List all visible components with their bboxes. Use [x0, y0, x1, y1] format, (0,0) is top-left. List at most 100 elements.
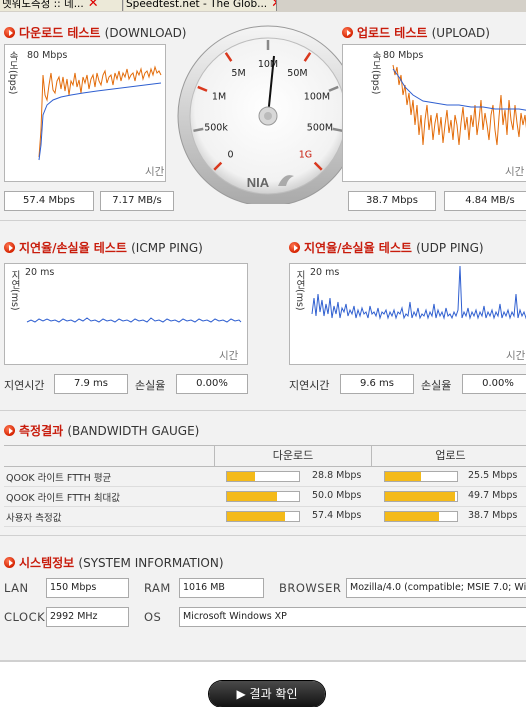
result-confirm-button[interactable]: ▶ 결과 확인: [209, 681, 325, 707]
lan-value: 150 Mbps: [46, 578, 129, 598]
download-mbs-value: 7.17 MB/s: [100, 191, 174, 211]
icmp-loss-value: 0.00%: [176, 374, 248, 394]
clock-label: CLOCK: [4, 610, 46, 624]
download-graph: 80 Mbps 속도(bps) 시간: [4, 44, 166, 182]
clock-value: 2992 MHz: [46, 607, 129, 627]
browser-value: Mozilla/4.0 (compatible; MSIE 7.0; Windo…: [346, 578, 526, 598]
download-value: 28.8 Mbps: [312, 470, 362, 481]
sysinfo-section-title: 시스템정보 (SYSTEM INFORMATION): [4, 554, 224, 571]
upload-title-en: (UPLOAD): [431, 26, 490, 40]
gauge-scale-label: 100M: [304, 92, 330, 103]
column-header-download: 다운로드: [214, 446, 372, 466]
gauge-scale-label: 5M: [231, 68, 245, 79]
gauge-scale-label: 500k: [204, 122, 228, 133]
download-speed-chart: [38, 65, 162, 161]
gauge-scale-label: 10M: [258, 59, 278, 70]
gauge-scale-label: 50M: [287, 68, 307, 79]
download-mbps-value: 57.4 Mbps: [4, 191, 94, 211]
ram-value: 1016 MB: [179, 578, 264, 598]
upload-section-title: 업로드 테스트 (UPLOAD): [342, 24, 490, 41]
download-bar: [226, 491, 300, 502]
gauge-hub-center: [264, 112, 272, 120]
upload-bar-fill: [385, 512, 439, 521]
download-section-title: 다운로드 테스트 (DOWNLOAD): [4, 24, 187, 41]
bullet-icon: [4, 425, 15, 436]
download-samples-line: [38, 65, 162, 158]
tab-speed-measure[interactable]: 넷워도측정 :: 네... ✕: [0, 0, 123, 11]
tab-label: Speedtest.net - The Glob...: [126, 0, 268, 10]
download-value: 50.0 Mbps: [312, 490, 362, 501]
divider: [0, 535, 526, 536]
gauge-scale-label: 1G: [299, 149, 312, 160]
udp-latency-chart: [311, 265, 526, 320]
upload-value: 25.5 Mbps: [468, 470, 518, 481]
ram-label: RAM: [144, 581, 171, 595]
column-header-upload: 업로드: [435, 449, 466, 462]
icmp-graph: 20 ms 지연(ms) 시간: [4, 263, 248, 365]
close-icon[interactable]: ✕: [271, 0, 276, 11]
upload-bar: [384, 491, 458, 502]
upload-bar-fill: [385, 492, 455, 501]
download-value: 57.4 Mbps: [312, 510, 362, 521]
icmp-latency-value: 7.9 ms: [54, 374, 128, 394]
icmp-latency-label: 지연시간: [4, 379, 45, 392]
gauge-scale-label: 500M: [307, 122, 333, 133]
download-bar-fill: [227, 492, 278, 501]
upload-mbs-value: 4.84 MB/s: [444, 191, 526, 211]
divider: [0, 220, 526, 221]
speed-gauge: 0 500k 1M 5M 10M 50M 100M 500M 1G NIA: [177, 25, 359, 204]
udp-latency-line: [311, 265, 526, 320]
upload-bar: [384, 511, 458, 522]
icmp-latency-chart: [26, 317, 242, 323]
bandwidth-title-en: (BANDWIDTH GAUGE): [67, 424, 200, 438]
icmp-section-title: 지연율/손실율 테스트 (ICMP PING): [4, 239, 203, 256]
upload-speed-chart: [392, 64, 526, 146]
bandwidth-table-header: 다운로드 업로드: [4, 445, 526, 467]
divider: [0, 410, 526, 411]
sysinfo-title-kr: 시스템정보: [19, 556, 75, 570]
udp-loss-value: 0.00%: [462, 374, 526, 394]
upload-graph: 80 Mbps 속도(bps) 시간: [342, 44, 526, 182]
bandwidth-title-kr: 측정결과: [19, 424, 64, 438]
bullet-icon: [4, 557, 15, 568]
download-bar-fill: [227, 512, 286, 521]
upload-value: 38.7 Mbps: [468, 510, 518, 521]
icmp-title-kr: 지연율/손실율 테스트: [19, 241, 127, 255]
download-bar-fill: [227, 472, 256, 481]
download-bar: [226, 471, 300, 482]
bullet-icon: [342, 27, 353, 38]
download-bar: [226, 511, 300, 522]
gauge-scale-label: 0: [227, 149, 233, 160]
upload-title-kr: 업로드 테스트: [357, 26, 428, 40]
udp-loss-label: 손실율: [421, 379, 452, 392]
icmp-latency-line: [26, 317, 242, 323]
tab-label: 넷워도측정 :: 네...: [2, 0, 84, 10]
upload-bar-fill: [385, 472, 421, 481]
row-label: QOOK 라이트 FTTH 평균: [6, 473, 112, 484]
udp-latency-label: 지연시간: [289, 379, 330, 392]
tab-speedtest[interactable]: Speedtest.net - The Glob...✕: [124, 0, 277, 11]
upload-bar: [384, 471, 458, 482]
bullet-icon: [4, 27, 15, 38]
gauge-brand: NIA: [247, 175, 270, 190]
os-label: OS: [144, 610, 162, 624]
udp-latency-value: 9.6 ms: [340, 374, 414, 394]
upload-mbps-value: 38.7 Mbps: [348, 191, 436, 211]
lan-label: LAN: [4, 581, 29, 595]
download-title-kr: 다운로드 테스트: [19, 26, 101, 40]
udp-graph: 20 ms 지연(ms) 시간: [289, 263, 526, 365]
udp-title-en: (UDP PING): [416, 241, 484, 255]
table-row: 사용자 측정값 57.4 Mbps 38.7 Mbps: [4, 506, 526, 527]
browser-label: BROWSER: [279, 581, 342, 595]
bullet-icon: [4, 242, 15, 253]
icmp-loss-label: 손실율: [135, 379, 166, 392]
table-row: QOOK 라이트 FTTH 최대값 50.0 Mbps 49.7 Mbps: [4, 486, 526, 507]
row-label: 사용자 측정값: [6, 513, 62, 524]
gauge-scale-label: 1M: [212, 92, 226, 103]
udp-title-kr: 지연율/손실율 테스트: [304, 241, 412, 255]
os-value: Microsoft Windows XP: [179, 607, 526, 627]
table-row: QOOK 라이트 FTTH 평균 28.8 Mbps 25.5 Mbps: [4, 466, 526, 487]
bandwidth-section-title: 측정결과 (BANDWIDTH GAUGE): [4, 422, 199, 439]
close-icon[interactable]: ✕: [88, 0, 99, 11]
udp-section-title: 지연율/손실율 테스트 (UDP PING): [289, 239, 484, 256]
